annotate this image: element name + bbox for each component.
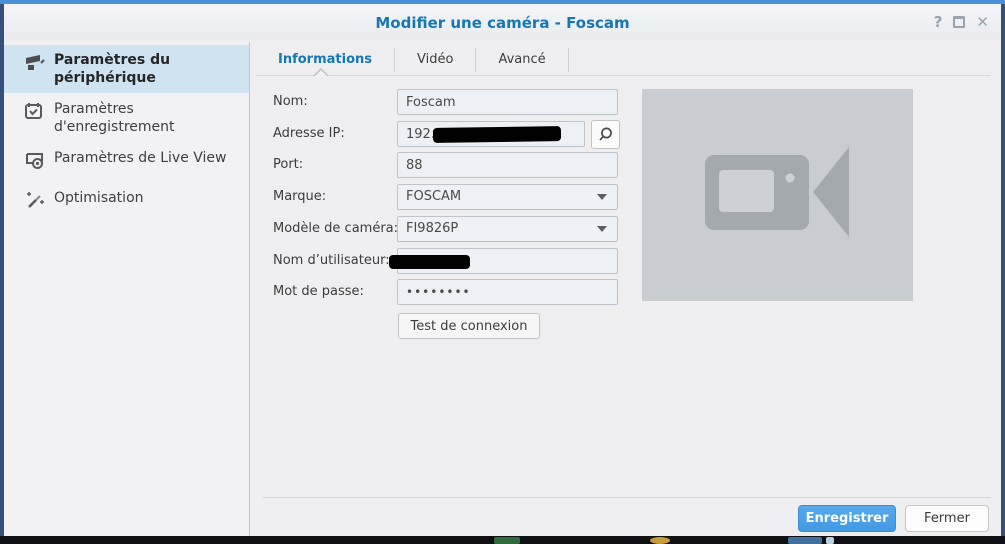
tab-bar: Informations Vidéo Avancé bbox=[256, 45, 569, 75]
sidebar-item-recording-settings[interactable]: Paramètres d'enregistrement bbox=[4, 94, 249, 142]
tab-separator bbox=[567, 48, 569, 72]
magic-wand-icon bbox=[27, 192, 44, 208]
desktop-bottom-strip bbox=[0, 536, 1005, 544]
test-connection-button[interactable]: Test de connexion bbox=[398, 313, 540, 339]
brand-dropdown[interactable]: FOSCAM bbox=[397, 184, 618, 210]
desktop-fragment bbox=[650, 537, 670, 544]
video-camera-placeholder-icon bbox=[705, 147, 849, 237]
sidebar-item-optimisation[interactable]: Optimisation bbox=[4, 183, 249, 216]
desktop-fragment bbox=[826, 537, 834, 544]
save-button[interactable]: Enregistrer bbox=[798, 505, 896, 532]
field-label-port: Port: bbox=[273, 157, 304, 172]
footer-separator bbox=[263, 497, 991, 498]
close-button[interactable]: Fermer bbox=[905, 505, 989, 532]
device-settings-icon bbox=[26, 55, 45, 70]
field-label-modele: Modèle de caméra: bbox=[273, 221, 399, 236]
calendar-check-icon bbox=[25, 103, 42, 119]
chevron-down-icon bbox=[597, 194, 607, 200]
live-view-icon bbox=[26, 153, 43, 169]
window-controls: ? ✕ bbox=[934, 13, 989, 31]
brand-dropdown-value: FOSCAM bbox=[406, 189, 462, 204]
camera-model-dropdown[interactable]: FI9826P bbox=[397, 216, 618, 242]
camera-model-dropdown-value: FI9826P bbox=[406, 221, 459, 236]
field-label-mot-de-passe: Mot de passe: bbox=[273, 284, 364, 299]
close-icon[interactable]: ✕ bbox=[976, 13, 989, 31]
username-redaction-overlay bbox=[389, 255, 470, 269]
sidebar-item-label: Paramètres d'enregistrement bbox=[54, 101, 175, 135]
active-tab-caret bbox=[313, 68, 329, 77]
port-input[interactable] bbox=[397, 152, 618, 178]
help-icon[interactable]: ? bbox=[934, 13, 943, 31]
field-label-adresse-ip: Adresse IP: bbox=[273, 126, 345, 141]
chevron-down-icon bbox=[597, 226, 607, 232]
tab-avance[interactable]: Avancé bbox=[476, 46, 567, 74]
sidebar-item-label: Paramètres du périphérique bbox=[54, 52, 171, 86]
edit-camera-dialog: Modifier une caméra - Foscam ? ✕ Paramèt… bbox=[4, 4, 1001, 536]
desktop-fragment bbox=[494, 537, 520, 544]
sidebar-item-live-view-settings[interactable]: Paramètres de Live View bbox=[4, 143, 249, 176]
ip-redaction-overlay bbox=[432, 126, 562, 143]
field-label-marque: Marque: bbox=[273, 189, 327, 204]
tab-video[interactable]: Vidéo bbox=[395, 46, 475, 74]
password-input[interactable] bbox=[397, 279, 618, 305]
search-camera-button[interactable] bbox=[591, 120, 620, 149]
desktop-edge-right bbox=[1001, 4, 1005, 536]
tab-underline bbox=[256, 75, 991, 76]
dialog-titlebar[interactable]: Modifier une caméra - Foscam ? ✕ bbox=[4, 4, 1001, 40]
sidebar-item-device-settings[interactable]: Paramètres du périphérique bbox=[4, 45, 249, 93]
maximize-icon[interactable] bbox=[953, 16, 966, 28]
settings-sidebar: Paramètres du périphérique Paramètres d'… bbox=[4, 42, 249, 536]
field-label-nom: Nom: bbox=[273, 94, 308, 109]
sidebar-item-label: Paramètres de Live View bbox=[54, 150, 227, 166]
dialog-title: Modifier une caméra - Foscam bbox=[375, 14, 630, 32]
desktop-fragment bbox=[788, 537, 822, 544]
camera-preview-placeholder bbox=[642, 89, 913, 301]
sidebar-divider bbox=[249, 42, 250, 536]
field-label-utilisateur: Nom d’utilisateur: bbox=[273, 253, 390, 268]
search-icon bbox=[599, 127, 612, 141]
sidebar-item-label: Optimisation bbox=[54, 190, 144, 206]
camera-name-input[interactable] bbox=[397, 89, 618, 115]
